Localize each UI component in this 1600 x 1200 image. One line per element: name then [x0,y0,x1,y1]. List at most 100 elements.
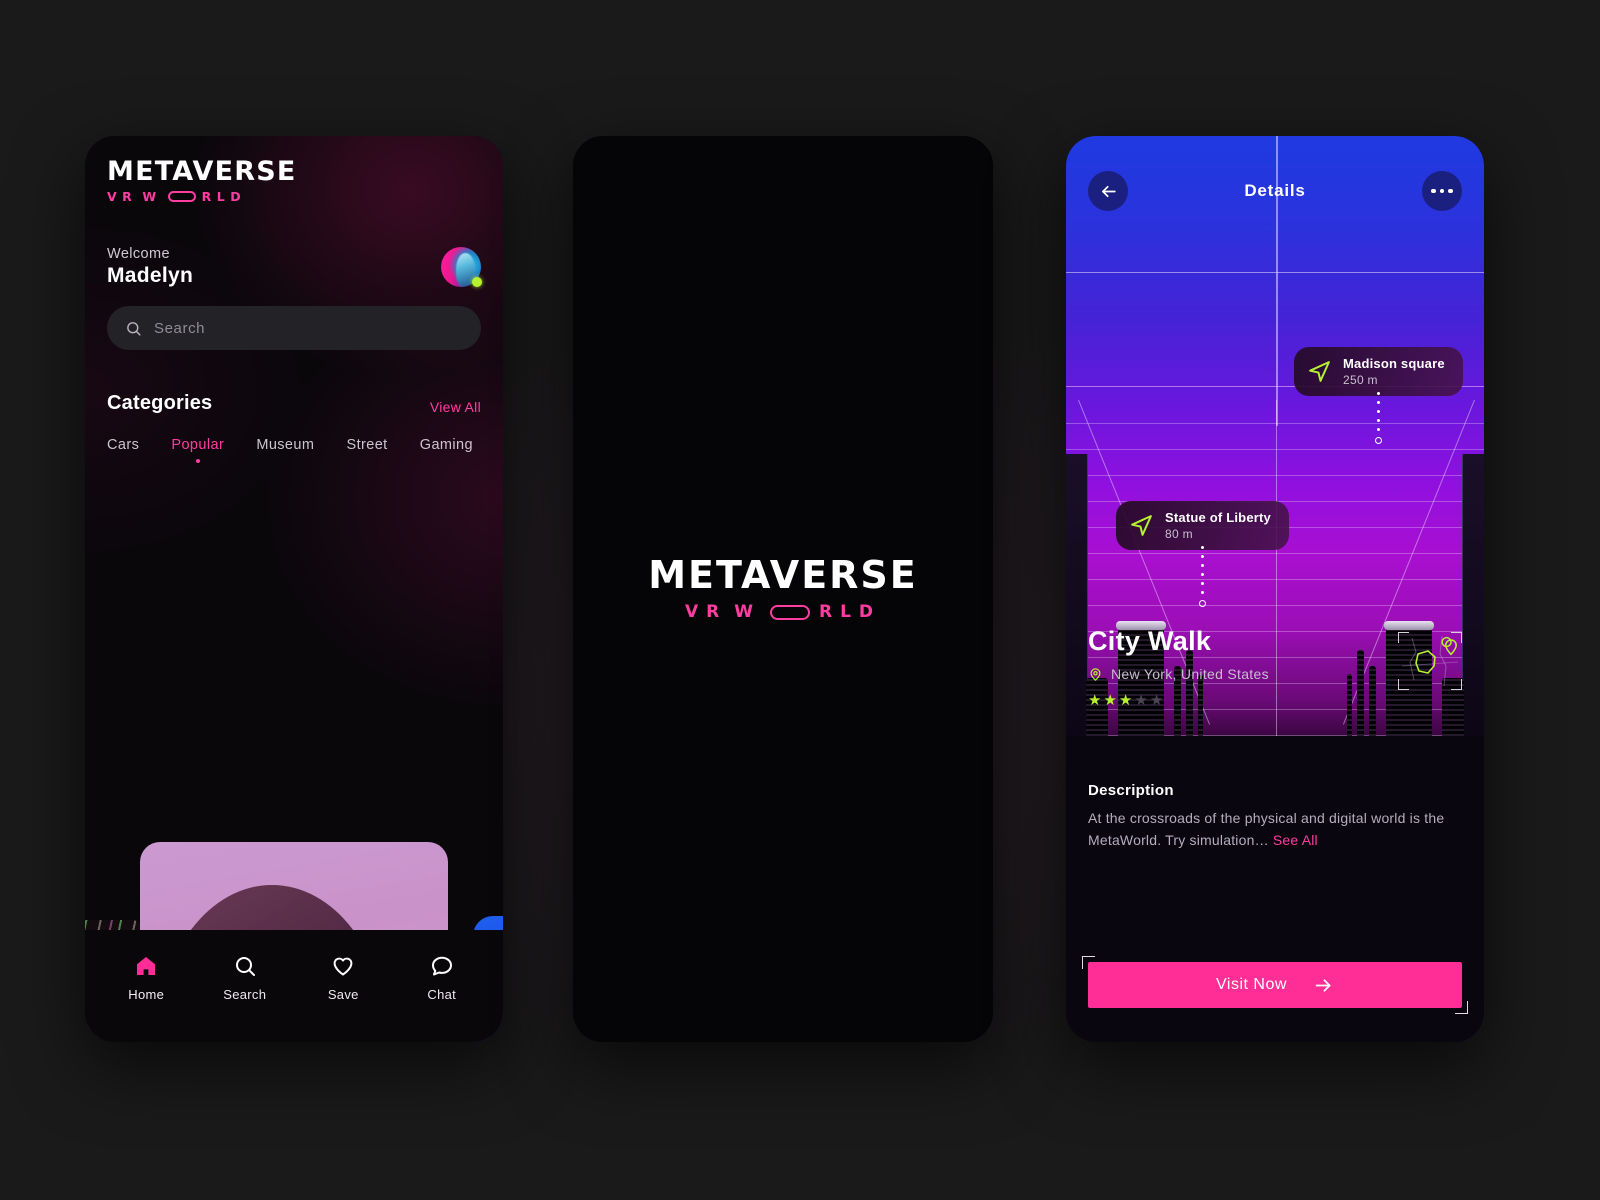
bracket-bottom-left-icon [1398,679,1409,690]
map-pin-distance: 80 m [1165,527,1193,541]
avatar[interactable] [441,247,482,287]
phone-splash-screen: METAVERSE VR W RLD [573,136,993,1042]
map-pin-distance: 250 m [1343,373,1378,387]
map-pin-card-statue-of-liberty[interactable]: Statue of Liberty 80 m [1116,501,1289,550]
navigation-arrow-icon [1309,361,1330,382]
logo-sub-w: W [142,189,162,204]
search-input[interactable] [154,319,463,337]
map-route-endpoint [1199,600,1206,607]
map-gridline-horizontal [1066,272,1484,274]
details-body: City Walk New York, United States ★ ★ ★ … [1066,626,1484,1042]
star-filled-icon: ★ [1088,692,1102,709]
splash-container: METAVERSE VR W RLD [573,136,993,1042]
see-all-link[interactable]: See All [1273,832,1318,848]
map-pin-card-madison-square[interactable]: Madison square 250 m [1294,347,1463,396]
place-location-text: New York, United States [1111,666,1269,682]
back-button[interactable] [1088,171,1128,211]
screens-stage: METAVERSE VR W RLD Welcome Madelyn Searc… [0,0,1600,1200]
more-horizontal-icon [1431,188,1453,194]
nav-label-home: Home [128,987,165,1002]
category-tab-museum[interactable]: Museum [256,437,314,463]
star-empty-icon: ★ [1149,692,1164,709]
category-tabs: Cars Popular Museum Street Gaming [107,437,481,463]
nav-item-search[interactable]: Search [206,954,284,1002]
map-pin-text-liberty: Statue of Liberty 80 m [1165,510,1271,541]
category-tab-street[interactable]: Street [347,437,388,463]
splash-o-pill-icon [769,604,810,620]
splash-sub-vr: VR [684,602,728,622]
bracket-bottom-right-icon [1451,679,1462,690]
nav-label-search: Search [223,987,267,1002]
logo-title: METAVERSE [107,156,297,187]
search-bar[interactable] [107,306,481,350]
place-title: City Walk [1088,626,1212,656]
bottom-navigation: Home Search Save Chat [85,930,503,1042]
map-pin-text-madison: Madison square 250 m [1343,356,1445,387]
categories-header: Categories View All [107,392,481,415]
home-icon [137,957,156,975]
nav-item-chat[interactable]: Chat [403,954,481,1002]
bracket-bottom-right-icon [1455,1001,1468,1014]
map-route-dots [1375,392,1382,450]
category-tab-popular[interactable]: Popular [171,437,224,463]
description-body: At the crossroads of the physical and di… [1088,810,1445,848]
heart-icon [333,957,353,976]
place-header: City Walk New York, United States ★ ★ ★ … [1066,626,1484,708]
splash-logo-title: METAVERSE [648,553,918,597]
search-icon [127,321,141,336]
place-location: New York, United States [1088,666,1269,682]
logo-sub-vr: VR [107,189,138,204]
arrow-left-icon [1101,185,1116,197]
categories-title: Categories [107,392,213,414]
featured-carousel: City Visit D Space Flight Visited by: [85,488,503,1042]
welcome-label: Welcome [107,246,170,262]
arrow-right-icon [1315,978,1331,992]
visit-now-wrapper: Visit Now [1082,956,1468,1014]
map-route-dots [1199,546,1206,613]
details-top-bar: Details [1066,166,1484,216]
map-pin-name: Madison square [1343,356,1445,371]
nav-item-home[interactable]: Home [107,954,185,1002]
description-label: Description [1088,782,1174,799]
logo-subtitle: VR W RLD [107,189,481,204]
logo-sub-rld: RLD [201,189,247,204]
visit-now-label: Visit Now [1216,976,1287,993]
splash-sub-w: W [734,602,761,622]
map-pin-name: Statue of Liberty [1165,510,1271,525]
user-name: Madelyn [107,264,194,287]
splash-sub-rld: RLD [818,602,882,622]
splash-logo-subtitle: VR W RLD [648,602,918,622]
rating-stars: ★ ★ ★ ★ ★ [1088,693,1269,708]
welcome-text-block: Welcome Madelyn [107,246,193,288]
nav-label-save: Save [327,987,359,1002]
more-options-button[interactable] [1421,171,1462,211]
navigation-arrow-icon [1131,515,1152,536]
minimap-thumbnail[interactable] [1398,632,1462,690]
view-all-link[interactable]: View All [430,399,481,415]
nav-item-save[interactable]: Save [304,954,382,1002]
map-route-endpoint [1375,437,1382,444]
logo-o-pill-icon [167,191,196,202]
status-badge [472,277,482,287]
bracket-top-right-icon [1451,632,1462,643]
welcome-row: Welcome Madelyn [107,246,482,288]
star-filled-icon: ★ [1118,692,1133,709]
map-pin-icon [1090,667,1101,681]
search-icon [235,957,255,976]
star-empty-icon: ★ [1134,692,1148,709]
splash-logo: METAVERSE VR W RLD [648,556,918,622]
app-logo: METAVERSE VR W RLD [107,158,481,204]
phone-home-screen: METAVERSE VR W RLD Welcome Madelyn Searc… [85,136,503,1042]
nav-label-chat: Chat [427,987,457,1002]
bracket-top-left-icon [1082,956,1095,969]
bracket-top-left-icon [1398,632,1409,643]
phone-details-screen: Details Madison square 250 m Statue of L… [1066,136,1484,1042]
description-text: At the crossroads of the physical and di… [1088,808,1462,851]
star-filled-icon: ★ [1103,692,1117,709]
place-info: City Walk New York, United States ★ ★ ★ … [1088,626,1269,708]
category-tab-gaming[interactable]: Gaming [420,437,473,463]
page-title: Details [1244,181,1306,200]
category-tab-cars[interactable]: Cars [107,437,139,463]
visit-now-button[interactable]: Visit Now [1082,956,1468,1014]
chat-icon [431,956,452,976]
